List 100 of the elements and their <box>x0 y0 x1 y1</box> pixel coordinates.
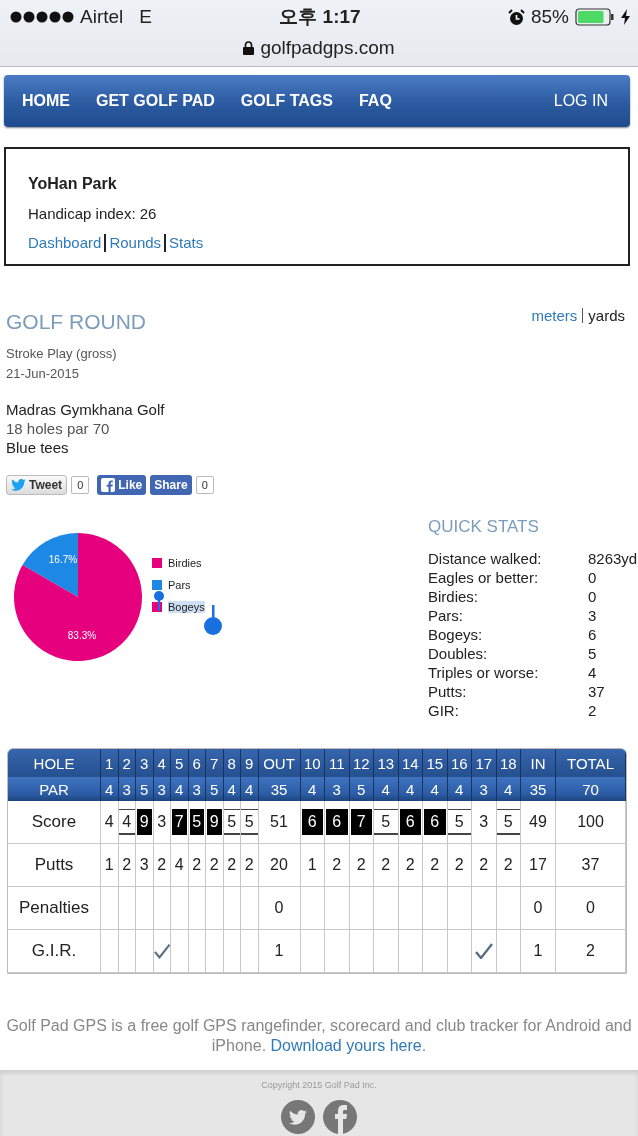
check-icon <box>474 943 493 959</box>
legend-label: Pars <box>168 579 191 591</box>
nav-link[interactable]: HOME <box>22 92 70 110</box>
table-cell: 51 <box>258 801 301 844</box>
par-cell: 3 <box>325 777 350 801</box>
legend-label: Birdies <box>168 557 202 569</box>
copyright: Copyright 2015 Golf Pad Inc. <box>261 1080 377 1090</box>
table-cell <box>447 887 472 930</box>
bogey-score-box: 5 <box>374 809 398 835</box>
table-cell: 2 <box>349 844 374 887</box>
player-name: YoHan Park <box>28 175 118 193</box>
carrier-name: Airtel <box>80 6 124 28</box>
par-cell: 70 <box>556 777 626 801</box>
table-cell: 1 <box>521 930 556 973</box>
column-header: 3 <box>136 749 154 777</box>
unit-toggle[interactable]: meters <box>526 308 583 323</box>
row-label: Putts <box>8 844 101 887</box>
table-cell: 2 <box>206 844 224 887</box>
profile-link[interactable]: Rounds <box>104 234 165 252</box>
par-cell: 35 <box>521 777 556 801</box>
slice-label: 83.3% <box>67 630 97 641</box>
battery-icon <box>575 8 615 26</box>
stat-label: Triples or worse: <box>428 663 540 682</box>
table-cell: 2 <box>153 844 171 887</box>
table-cell: 37 <box>556 844 626 887</box>
handicap-index: Handicap index: 26 <box>28 205 158 222</box>
share-count: 0 <box>71 476 90 494</box>
table-cell <box>136 887 154 930</box>
table-cell <box>374 887 399 930</box>
profile-link[interactable]: Dashboard <box>28 234 105 252</box>
par-cell: 4 <box>300 777 325 801</box>
nav-link[interactable]: GET GOLF PAD <box>96 92 215 110</box>
bogey-score-box: 5 <box>447 809 471 835</box>
lock-icon <box>243 41 255 55</box>
share-count: 0 <box>195 476 214 494</box>
table-cell <box>241 887 259 930</box>
check-icon <box>153 943 170 959</box>
par-cell: 4 <box>374 777 399 801</box>
profile-link[interactable]: Stats <box>164 234 207 252</box>
par-cell: 4 <box>447 777 472 801</box>
stat-label: Bogeys: <box>428 625 484 644</box>
table-cell: 2 <box>374 844 399 887</box>
address-bar-url[interactable]: golfpadgps.com <box>260 37 395 59</box>
selection-handle-icon[interactable] <box>204 605 222 635</box>
row-label: Penalties <box>8 887 101 930</box>
column-header: 18 <box>496 749 521 777</box>
tee-color: Blue tees <box>6 438 70 457</box>
table-cell: 1 <box>258 930 301 973</box>
table-cell: 0 <box>258 887 301 930</box>
table-cell <box>171 887 189 930</box>
double-bogey-score-box: 7 <box>172 809 187 835</box>
double-bogey-score-box: 9 <box>137 809 152 835</box>
table-cell <box>206 887 224 930</box>
twitter-icon[interactable] <box>281 1100 315 1134</box>
row-header: HOLE <box>8 749 101 777</box>
tweet-button[interactable]: Tweet <box>6 475 68 495</box>
facebook-icon[interactable] <box>323 1100 357 1134</box>
unit-toggle[interactable]: yards <box>582 308 630 323</box>
table-cell <box>325 887 350 930</box>
double-bogey-score-box: 6 <box>326 809 348 835</box>
column-header: 9 <box>241 749 259 777</box>
section-title: GOLF ROUND <box>6 310 146 334</box>
stat-label: Putts: <box>428 682 468 701</box>
table-cell: 2 <box>472 844 497 887</box>
par-cell: 3 <box>472 777 497 801</box>
selection-handle-icon[interactable] <box>154 591 164 611</box>
share-button[interactable]: Share <box>150 475 192 495</box>
table-cell: 2 <box>423 844 448 887</box>
double-bogey-score-box: 5 <box>189 809 204 835</box>
legend-swatch <box>152 558 162 568</box>
table-cell <box>398 887 423 930</box>
download-link[interactable]: Download yours here <box>270 1037 422 1054</box>
column-header: 11 <box>325 749 350 777</box>
table-cell: 2 <box>118 844 136 887</box>
double-bogey-score-box: 6 <box>399 809 421 835</box>
column-header: OUT <box>258 749 301 777</box>
par-cell: 4 <box>241 777 259 801</box>
column-header: 15 <box>423 749 448 777</box>
network-type: E <box>139 6 152 28</box>
column-header: 10 <box>300 749 325 777</box>
nav-link[interactable]: GOLF TAGS <box>240 92 333 110</box>
nav-link[interactable]: FAQ <box>358 92 392 110</box>
table-cell <box>423 887 448 930</box>
column-header: 1 <box>101 749 119 777</box>
round-date: 21-Jun-2015 <box>6 365 80 383</box>
column-header: 17 <box>472 749 497 777</box>
double-bogey-score-box: 6 <box>301 809 323 835</box>
quick-stats-title: QUICK STATS <box>428 517 540 537</box>
bogey-score-box: 5 <box>496 809 520 835</box>
bogey-score-box: 5 <box>241 809 258 835</box>
double-bogey-score-box: 6 <box>424 809 446 835</box>
course-holes-par: 18 holes par 70 <box>6 419 111 438</box>
like-button[interactable]: Like <box>97 475 147 495</box>
clock: 오후 1:17 <box>279 5 361 29</box>
table-cell <box>349 887 374 930</box>
login-link[interactable]: LOG IN <box>553 92 608 110</box>
table-cell: 2 <box>496 844 521 887</box>
table-cell: 2 <box>556 930 626 973</box>
stat-value: 37 <box>588 682 605 701</box>
table-cell: 2 <box>188 844 206 887</box>
